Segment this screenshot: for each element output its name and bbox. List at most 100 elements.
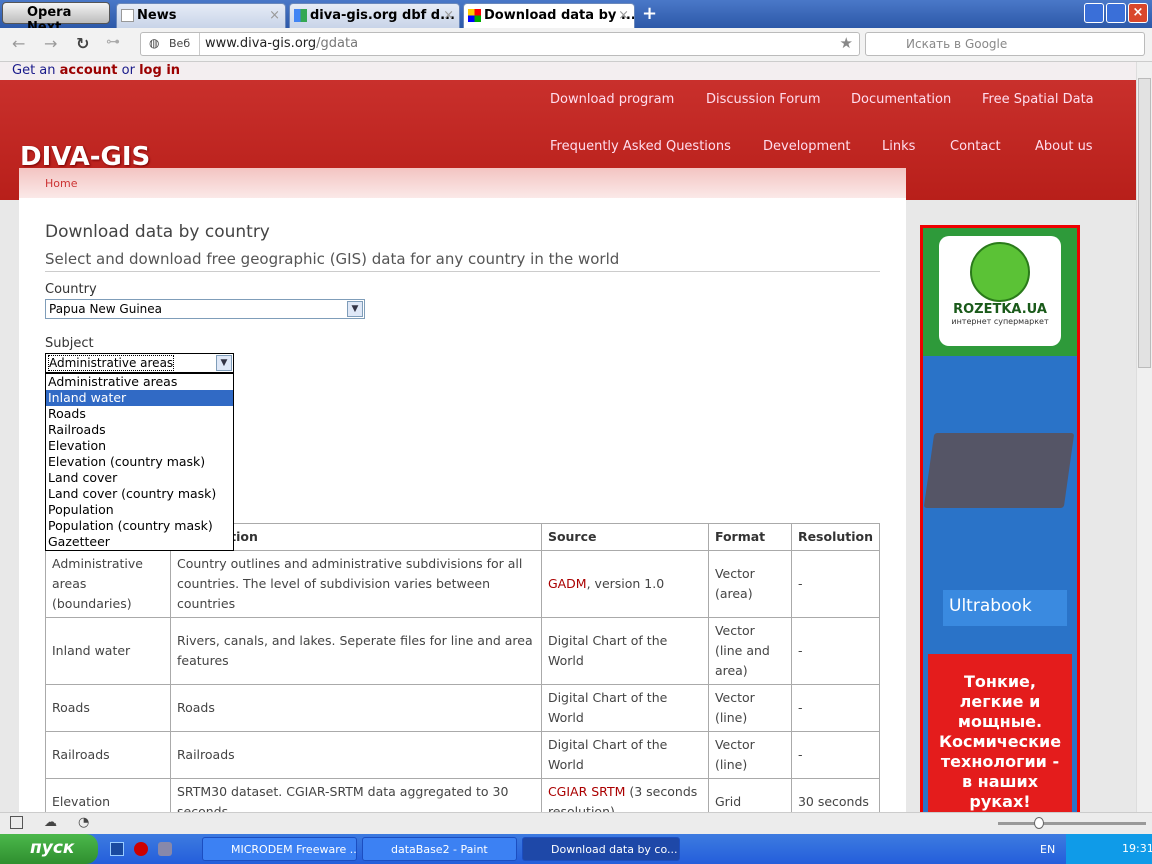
table-cell: Vector (line) (707, 684, 792, 732)
close-tab-icon[interactable]: × (269, 8, 280, 23)
table-row: Roads Roads Digital Chart of the World Vect… (45, 684, 881, 732)
nav-discussion-forum[interactable]: Discussion Forum (706, 92, 820, 107)
option[interactable]: Roads (46, 406, 233, 422)
rozetka-logo: ROZETKA.UA интернет супермаркет (939, 236, 1061, 346)
clock[interactable]: 19:31 (1122, 842, 1152, 855)
bookmark-star-icon[interactable]: ★ (840, 34, 853, 52)
nav-free-spatial-data[interactable]: Free Spatial Data (982, 92, 1094, 107)
option[interactable]: Population (country mask) (46, 518, 233, 534)
taskbar-item-paint[interactable]: dataBase2 - Paint (362, 837, 517, 861)
new-tab-button[interactable]: + (642, 3, 657, 24)
gadm-link[interactable]: GADM (548, 576, 587, 591)
table-cell: Vector (line) (707, 731, 792, 779)
url-text: www.diva-gis.org/gdata (205, 36, 359, 51)
tab-google[interactable]: diva-gis.org dbf d... × (289, 3, 460, 28)
option[interactable]: Land cover (country mask) (46, 486, 233, 502)
tab-news[interactable]: News × (116, 3, 286, 28)
taskbar-item-microdem[interactable]: MICRODEM Freeware ... (202, 837, 357, 861)
table-cell: Vector (line and area) (707, 617, 792, 685)
system-tray: 19:31 (1066, 834, 1152, 864)
option[interactable]: Population (46, 502, 233, 518)
option[interactable]: Administrative areas (46, 374, 233, 390)
scrollbar-thumb[interactable] (1138, 78, 1151, 368)
table-cell: Country outlines and administrative subd… (170, 550, 542, 618)
vertical-scrollbar[interactable] (1136, 62, 1152, 812)
nav-download-program[interactable]: Download program (550, 92, 674, 107)
chevron-down-icon[interactable]: ▼ (347, 301, 363, 317)
advertisement-banner[interactable]: ROZETKA.UA интернет супермаркет Ultraboo… (920, 225, 1080, 812)
option-highlighted[interactable]: Inland water (46, 390, 233, 406)
table-cell: Digital Chart of the World (540, 684, 709, 732)
account-link[interactable]: account (60, 63, 118, 78)
table-cell: - (790, 684, 881, 732)
cloud-icon[interactable]: ☁ (44, 815, 57, 830)
table-cell: CGIAR SRTM (3 seconds resolution) (540, 778, 709, 812)
option[interactable]: Railroads (46, 422, 233, 438)
nav-links[interactable]: Links (882, 139, 915, 154)
table-cell: Roads (170, 684, 542, 732)
nav-development[interactable]: Development (763, 139, 851, 154)
reload-icon[interactable]: ↻ (76, 34, 89, 53)
panel-toggle-icon[interactable] (10, 816, 23, 829)
table-row: Elevation SRTM30 dataset. CGIAR-SRTM data… (45, 778, 881, 812)
page-subtitle: Select and download free geographic (GIS… (45, 250, 880, 272)
nav-about-us[interactable]: About us (1035, 139, 1093, 154)
laptop-image (923, 433, 1075, 508)
close-window-button[interactable]: × (1128, 3, 1148, 23)
country-select[interactable]: Papua New Guinea ▼ (45, 299, 365, 319)
windows-taskbar: пуск MICRODEM Freeware ... dataBase2 - P… (0, 834, 1152, 864)
subject-dropdown-list: Administrative areas Inland water Roads … (45, 373, 234, 551)
opera-menu-button[interactable]: Opera Next (2, 2, 110, 35)
table-cell: 30 seconds (790, 778, 881, 812)
breadcrumb-home[interactable]: Home (45, 177, 77, 190)
back-icon[interactable]: ← (12, 34, 25, 53)
table-cell: - (790, 617, 881, 685)
headphones-icon[interactable] (158, 842, 172, 856)
log-in-link[interactable]: log in (139, 63, 180, 78)
tab-bar: Opera Next News× diva-gis.org dbf d...× … (0, 0, 1152, 35)
nav-faq[interactable]: Frequently Asked Questions (550, 139, 731, 154)
cgiar-srtm-link[interactable]: CGIAR SRTM (548, 784, 625, 799)
zoom-slider-handle[interactable] (1034, 817, 1044, 829)
nav-contact[interactable]: Contact (950, 139, 1001, 154)
zoom-slider[interactable] (998, 817, 1146, 829)
subject-select[interactable]: Administrative areas ▼ (45, 353, 234, 373)
app-icon[interactable] (134, 842, 148, 856)
diva-favicon-icon (468, 9, 481, 22)
search-input[interactable]: Искать в Google (865, 32, 1145, 56)
speed-dial-icon[interactable]: ◔ (78, 815, 89, 830)
start-button[interactable]: пуск (0, 834, 98, 864)
table-cell: Railroads (170, 731, 542, 779)
address-bar[interactable]: ◍ Веб www.diva-gis.org/gdata ★ (140, 32, 860, 56)
table-cell: SRTM30 dataset. CGIAR-SRTM data aggregat… (170, 778, 542, 812)
close-tab-icon[interactable]: × (443, 8, 454, 23)
option[interactable]: Elevation (46, 438, 233, 454)
table-cell: - (790, 550, 881, 618)
option[interactable]: Elevation (country mask) (46, 454, 233, 470)
ultrabook-logo: Ultrabook (943, 590, 1067, 626)
option[interactable]: Gazetteer (46, 534, 233, 550)
nav-documentation[interactable]: Documentation (851, 92, 951, 107)
address-prefix: Веб (169, 37, 191, 50)
tab-label: diva-gis.org dbf d... (310, 8, 455, 23)
taskbar-item-opera[interactable]: Download data by co... (522, 837, 680, 861)
table-cell: Grid (707, 778, 792, 812)
globe-icon: ◍ (149, 36, 160, 50)
table-cell: Digital Chart of the World (540, 617, 709, 685)
table-row: Railroads Railroads Digital Chart of the W… (45, 731, 881, 779)
minimize-button[interactable] (1084, 3, 1104, 23)
maximize-button[interactable] (1106, 3, 1126, 23)
option[interactable]: Land cover (46, 470, 233, 486)
close-tab-icon[interactable]: × (618, 8, 629, 23)
data-table: DescriptionSourceFormatResolution Admini… (45, 523, 881, 812)
photoshop-icon[interactable] (110, 842, 124, 856)
table-cell: Rivers, canals, and lakes. Seperate file… (170, 617, 542, 685)
tab-download-data[interactable]: Download data by ... × (463, 3, 635, 28)
google-icon (294, 9, 307, 22)
key-icon[interactable]: ⊶ (106, 34, 120, 50)
language-indicator[interactable]: EN (1040, 843, 1055, 856)
forward-icon[interactable]: → (44, 34, 57, 53)
table-cell: Roads (45, 684, 171, 732)
chevron-down-icon[interactable]: ▼ (216, 355, 232, 371)
header-resolution: Resolution (790, 523, 881, 551)
